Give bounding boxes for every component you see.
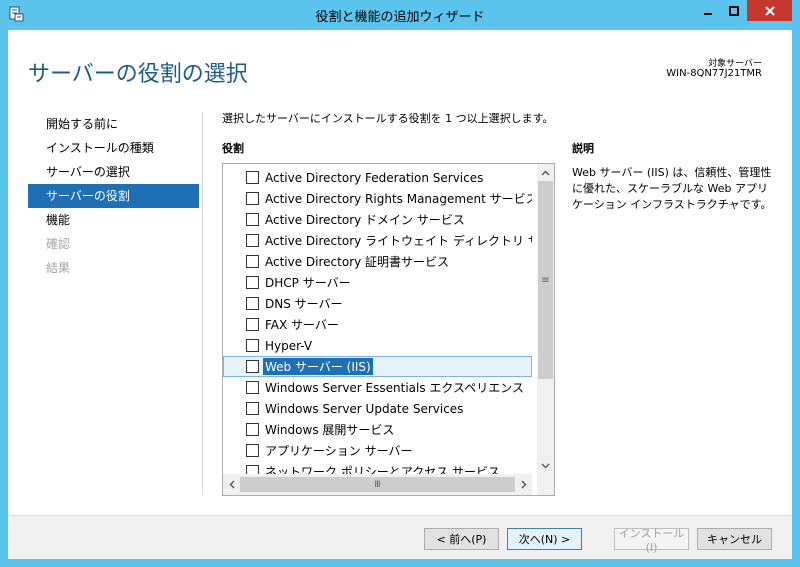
description-text: Web サーバー (IIS) は、信頼性、管理性に優れた、スケーラブルな Web… bbox=[572, 166, 772, 211]
role-checkbox[interactable] bbox=[246, 255, 259, 268]
role-checkbox[interactable] bbox=[246, 339, 259, 352]
minimize-button[interactable] bbox=[695, 0, 721, 21]
close-button[interactable] bbox=[747, 0, 792, 21]
roles-list[interactable]: Active Directory Federation Services Act… bbox=[222, 163, 555, 496]
role-row[interactable]: ネットワーク ポリシーとアクセス サービス bbox=[223, 461, 532, 474]
nav-item-server-roles[interactable]: サーバーの役割 bbox=[28, 184, 199, 208]
nav-item-before-you-begin[interactable]: 開始する前に bbox=[28, 112, 199, 136]
roles-header: 役割 bbox=[222, 142, 244, 155]
previous-button[interactable]: < 前へ(P) bbox=[424, 528, 499, 550]
role-label: Web サーバー (IIS) bbox=[263, 358, 373, 375]
scroll-up-button[interactable] bbox=[537, 164, 554, 181]
scroll-corner bbox=[537, 474, 554, 495]
role-label: Active Directory ドメイン サービス bbox=[265, 213, 465, 227]
target-server-name: WIN-8QN77J21TMR bbox=[666, 68, 762, 79]
role-row[interactable]: Active Directory ドメイン サービス bbox=[223, 209, 532, 230]
grip-icon: Ⅲ bbox=[374, 479, 381, 490]
role-row[interactable]: Windows Server Update Services bbox=[223, 398, 532, 419]
description-header: 説明 bbox=[572, 142, 594, 155]
role-label: DHCP サーバー bbox=[265, 276, 351, 290]
horizontal-scrollbar[interactable]: Ⅲ bbox=[223, 474, 532, 495]
role-checkbox[interactable] bbox=[246, 381, 259, 394]
chevron-right-icon bbox=[520, 480, 527, 489]
role-row[interactable]: Windows Server Essentials エクスペリエンス bbox=[223, 377, 532, 398]
role-row[interactable]: Active Directory Rights Management サービス bbox=[223, 188, 532, 209]
role-row[interactable]: DHCP サーバー bbox=[223, 272, 532, 293]
wizard-window: 役割と機能の追加ウィザード サーバーの役割の選択 対象サーバー WIN-8QN7… bbox=[0, 0, 800, 567]
wizard-nav: 開始する前に インストールの種類 サーバーの選択 サーバーの役割 機能 確認 結… bbox=[28, 112, 199, 280]
nav-item-installation-type[interactable]: インストールの種類 bbox=[28, 136, 199, 160]
role-label: Active Directory Federation Services bbox=[265, 170, 484, 185]
role-row[interactable]: Hyper-V bbox=[223, 335, 532, 356]
chevron-up-icon bbox=[541, 169, 550, 176]
title-bar[interactable]: 役割と機能の追加ウィザード bbox=[0, 0, 800, 30]
role-checkbox[interactable] bbox=[246, 444, 259, 457]
role-checkbox[interactable] bbox=[246, 171, 259, 184]
page-title: サーバーの役割の選択 bbox=[28, 62, 248, 87]
role-label: Windows Server Essentials エクスペリエンス bbox=[265, 381, 524, 395]
role-label: ネットワーク ポリシーとアクセス サービス bbox=[265, 465, 501, 474]
window-title: 役割と機能の追加ウィザード bbox=[315, 10, 485, 25]
cancel-button[interactable]: キャンセル bbox=[697, 528, 772, 550]
role-checkbox[interactable] bbox=[246, 213, 259, 226]
wizard-content: サーバーの役割の選択 対象サーバー WIN-8QN77J21TMR 開始する前に… bbox=[8, 30, 792, 559]
role-row-selected[interactable]: Web サーバー (IIS) bbox=[223, 356, 532, 377]
nav-divider bbox=[202, 112, 203, 495]
chevron-down-icon bbox=[541, 462, 550, 469]
vertical-scroll-thumb[interactable]: ≡ bbox=[538, 181, 553, 379]
role-row[interactable]: FAX サーバー bbox=[223, 314, 532, 335]
role-row[interactable]: Active Directory Federation Services bbox=[223, 167, 532, 188]
close-icon bbox=[764, 5, 775, 16]
role-label: FAX サーバー bbox=[265, 318, 339, 332]
role-row[interactable]: Active Directory 証明書サービス bbox=[223, 251, 532, 272]
scroll-down-button[interactable] bbox=[537, 457, 554, 474]
role-label: Active Directory 証明書サービス bbox=[265, 255, 450, 269]
role-checkbox[interactable] bbox=[246, 276, 259, 289]
nav-item-results: 結果 bbox=[46, 261, 71, 275]
role-label: Active Directory Rights Management サービス bbox=[265, 192, 532, 206]
role-checkbox[interactable] bbox=[246, 423, 259, 436]
role-label: Windows Server Update Services bbox=[265, 401, 464, 416]
wizard-footer: < 前へ(P) 次へ(N) > インストール(I) キャンセル bbox=[8, 515, 792, 559]
role-label: Windows 展開サービス bbox=[265, 423, 395, 437]
nav-item-features[interactable]: 機能 bbox=[28, 208, 199, 232]
role-label: DNS サーバー bbox=[265, 297, 343, 311]
nav-item-server-selection[interactable]: サーバーの選択 bbox=[28, 160, 199, 184]
role-label: アプリケーション サーバー bbox=[265, 444, 413, 458]
role-label: Active Directory ライトウェイト ディレクトリ サービス bbox=[265, 234, 532, 248]
next-button[interactable]: 次へ(N) > bbox=[507, 528, 582, 550]
minimize-icon bbox=[704, 12, 712, 15]
scroll-right-button[interactable] bbox=[515, 474, 532, 495]
grip-icon: ≡ bbox=[541, 274, 550, 286]
role-checkbox[interactable] bbox=[246, 318, 259, 331]
role-checkbox[interactable] bbox=[246, 297, 259, 310]
role-row[interactable]: Windows 展開サービス bbox=[223, 419, 532, 440]
role-checkbox[interactable] bbox=[246, 234, 259, 247]
install-button: インストール(I) bbox=[614, 527, 689, 554]
role-label: Hyper-V bbox=[265, 338, 313, 353]
role-row[interactable]: アプリケーション サーバー bbox=[223, 440, 532, 461]
nav-item-confirmation: 確認 bbox=[46, 237, 71, 251]
horizontal-scroll-thumb[interactable]: Ⅲ bbox=[240, 477, 515, 492]
maximize-icon bbox=[729, 5, 739, 16]
role-row[interactable]: DNS サーバー bbox=[223, 293, 532, 314]
role-row[interactable]: Active Directory ライトウェイト ディレクトリ サービス bbox=[223, 230, 532, 251]
vertical-scrollbar[interactable]: ≡ bbox=[537, 164, 554, 474]
role-checkbox[interactable] bbox=[246, 192, 259, 205]
maximize-button[interactable] bbox=[721, 0, 747, 21]
role-checkbox[interactable] bbox=[246, 360, 259, 373]
roles-list-viewport: Active Directory Federation Services Act… bbox=[223, 164, 532, 474]
scroll-left-button[interactable] bbox=[223, 474, 240, 495]
role-checkbox[interactable] bbox=[246, 465, 259, 474]
role-checkbox[interactable] bbox=[246, 402, 259, 415]
chevron-left-icon bbox=[228, 480, 235, 489]
instruction-text: 選択したサーバーにインストールする役割を 1 つ以上選択します。 bbox=[222, 112, 554, 125]
